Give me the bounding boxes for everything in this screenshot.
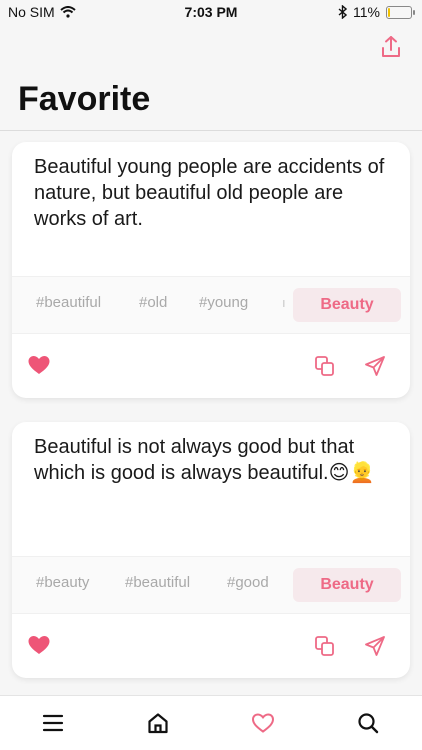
menu-icon[interactable]	[41, 711, 65, 735]
send-icon[interactable]	[363, 354, 387, 378]
tag-strip[interactable]: #beautiful #old #young ı Beauty	[12, 276, 410, 334]
copy-icon[interactable]	[313, 634, 337, 658]
tag[interactable]: #good	[227, 574, 269, 591]
tag[interactable]: #beautiful	[36, 294, 101, 311]
tag[interactable]: #old	[139, 294, 167, 311]
tag[interactable]: #beautiful	[125, 574, 190, 591]
battery-percent: 11%	[353, 4, 380, 20]
battery-icon	[386, 5, 415, 19]
quote-card[interactable]: Beautiful is not always good but that wh…	[12, 422, 410, 678]
category-button[interactable]: Beauty	[293, 288, 401, 322]
search-icon[interactable]	[356, 711, 380, 735]
category-button[interactable]: Beauty	[293, 568, 401, 602]
header-divider	[0, 130, 422, 131]
quote-text[interactable]: Beautiful is not always good but that wh…	[34, 434, 388, 486]
home-icon[interactable]	[146, 711, 170, 735]
copy-icon[interactable]	[313, 354, 337, 378]
more-tags-indicator: ı	[282, 295, 286, 310]
bottom-nav	[0, 695, 422, 750]
page-title: Favorite	[18, 80, 151, 118]
battery-level-fill	[388, 7, 390, 17]
send-icon[interactable]	[363, 634, 387, 658]
quote-card[interactable]: Beautiful young people are accidents of …	[12, 142, 410, 398]
tag[interactable]: #beauty	[36, 574, 89, 591]
heart-icon[interactable]	[251, 711, 275, 735]
status-right: 11%	[338, 4, 415, 20]
status-bar: No SIM 7:03 PM 11%	[0, 0, 422, 24]
heart-filled-icon[interactable]	[27, 633, 51, 657]
bluetooth-icon	[338, 5, 348, 19]
share-upload-icon	[382, 36, 400, 57]
tag[interactable]: #young	[199, 294, 248, 311]
share-button[interactable]	[378, 34, 404, 60]
quote-text[interactable]: Beautiful young people are accidents of …	[34, 154, 388, 232]
tag-strip[interactable]: #beauty #beautiful #good Beauty	[12, 556, 410, 614]
heart-filled-icon[interactable]	[27, 353, 51, 377]
